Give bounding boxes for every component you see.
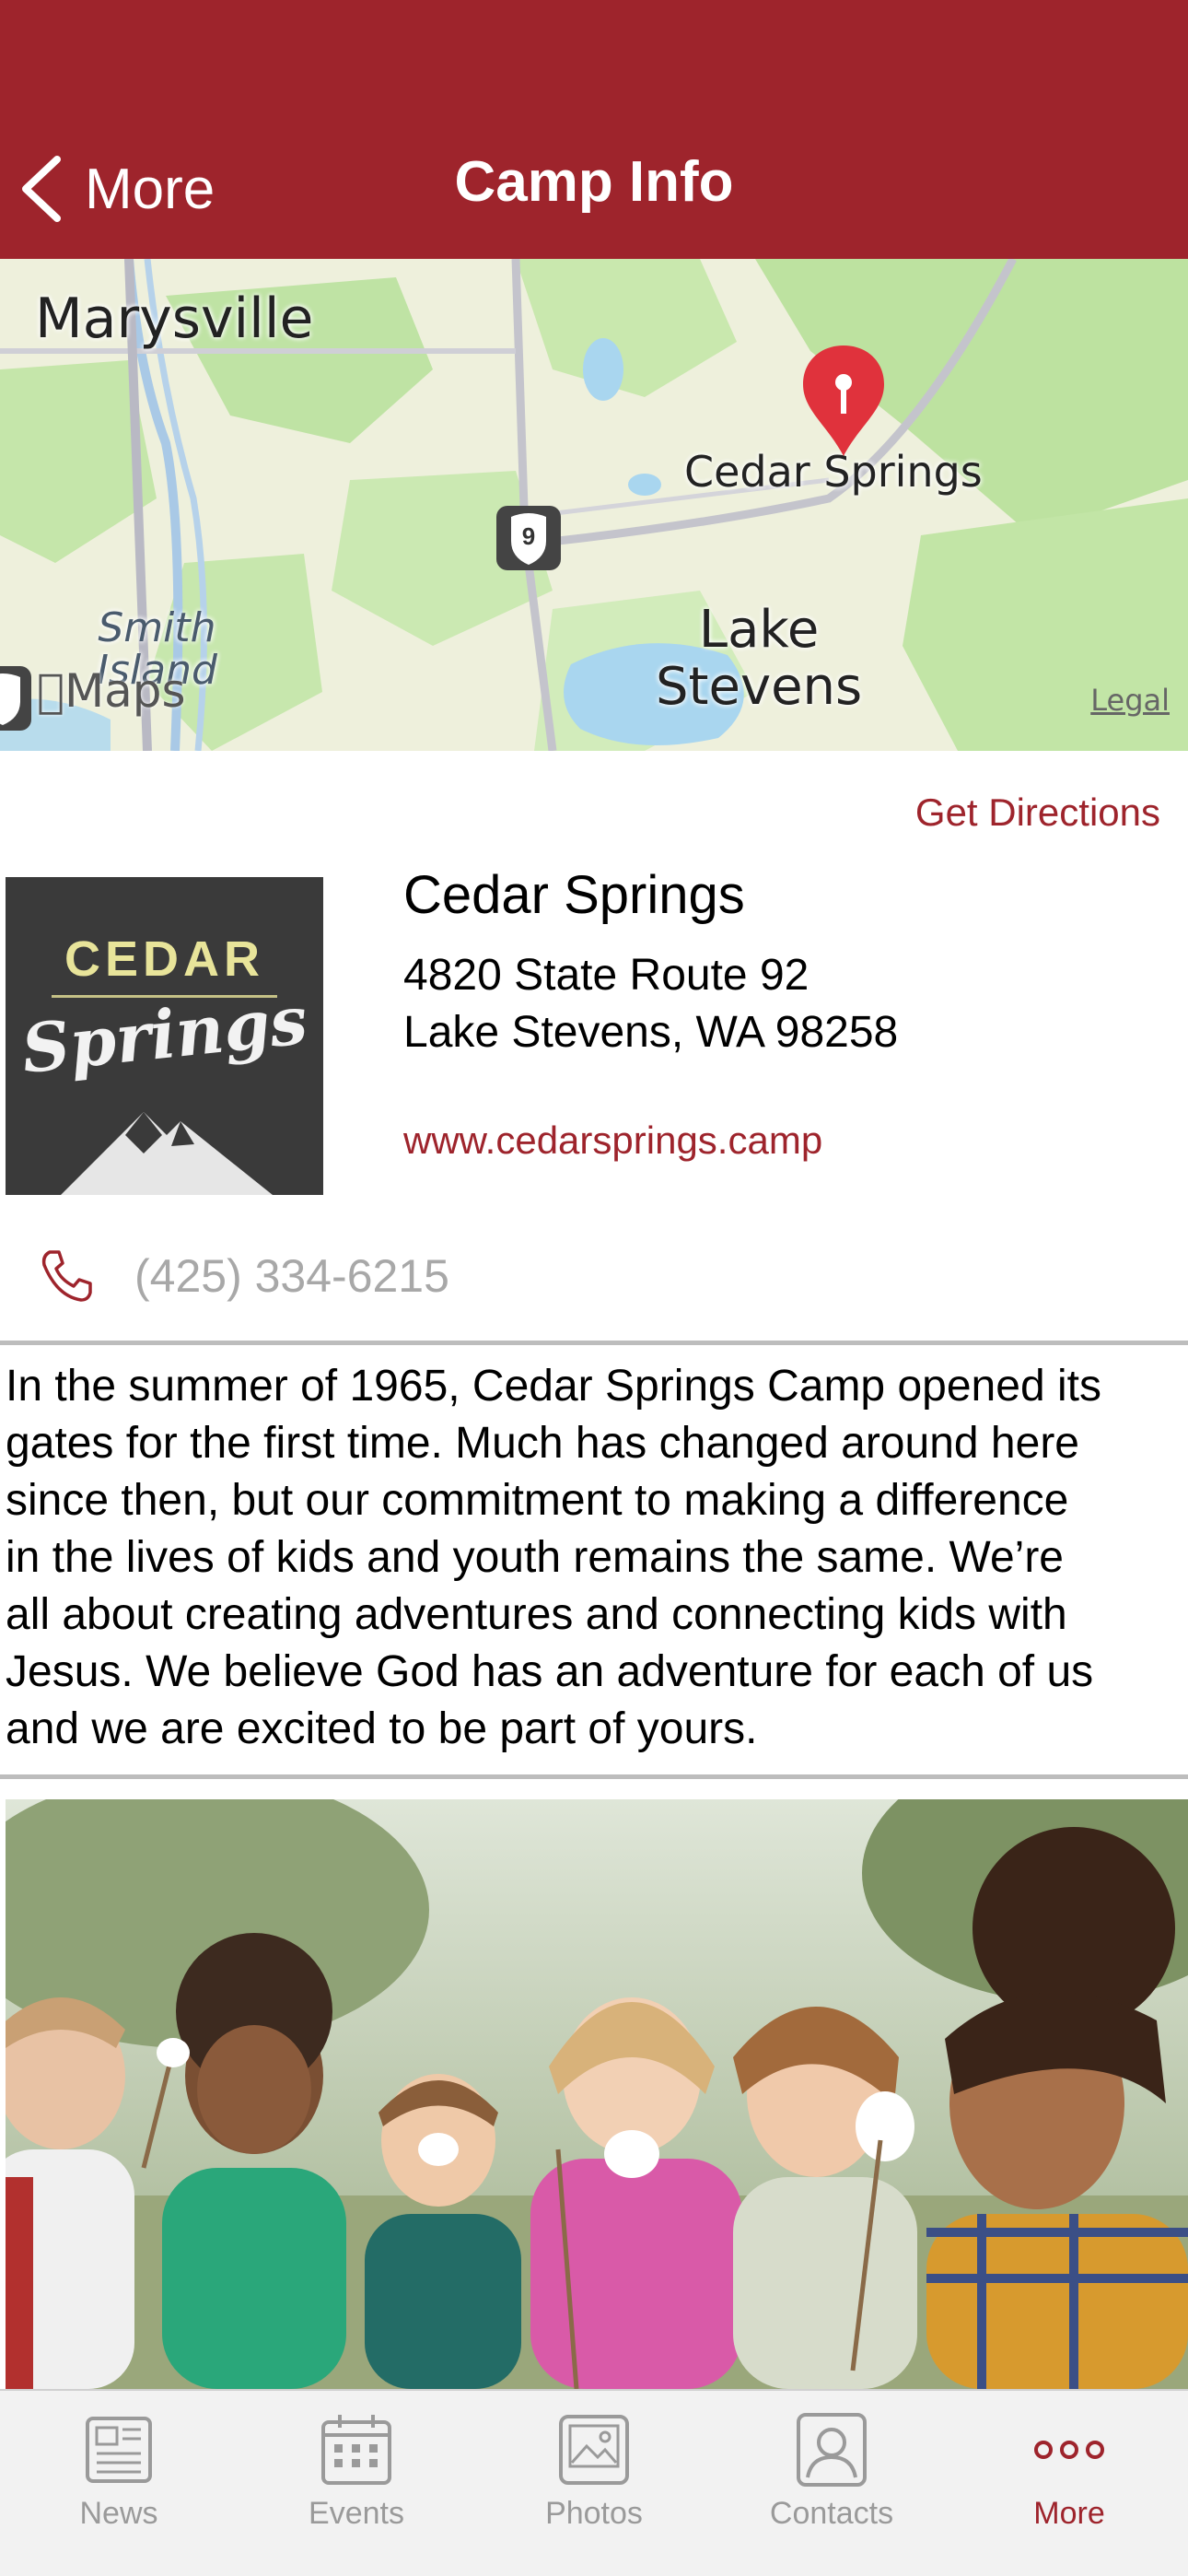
camp-name: Cedar Springs bbox=[403, 865, 745, 925]
phone-icon bbox=[41, 1250, 92, 1302]
phone-row[interactable]: (425) 334-6215 bbox=[37, 1235, 449, 1317]
divider bbox=[0, 1774, 1188, 1779]
website-link[interactable]: www.cedarsprings.camp bbox=[403, 1118, 822, 1163]
tab-events[interactable]: Events bbox=[238, 2391, 475, 2576]
route-shield-icon bbox=[0, 666, 31, 731]
camp-photo bbox=[6, 1799, 1188, 2389]
map-legal-link[interactable]: Legal bbox=[1090, 683, 1170, 718]
description-line: In the summer of 1965, Cedar Springs Cam… bbox=[6, 1362, 1101, 1411]
logo-text-top: CEDAR bbox=[64, 931, 264, 987]
description-line: gates for the first time. Much has chang… bbox=[6, 1419, 1079, 1468]
more-dots-icon bbox=[1034, 2441, 1104, 2459]
tab-bar: News Events Photos Contacts More bbox=[0, 2389, 1188, 2576]
tab-news[interactable]: News bbox=[0, 2391, 238, 2576]
address-line-1: 4820 State Route 92 bbox=[403, 951, 809, 1000]
tab-label: Events bbox=[309, 2496, 404, 2531]
tab-label: More bbox=[1033, 2496, 1105, 2531]
address-line-2: Lake Stevens, WA 98258 bbox=[403, 1008, 899, 1057]
nav-header: More Camp Info bbox=[0, 0, 1188, 259]
description-line: all about creating adventures and connec… bbox=[6, 1590, 1067, 1639]
kids-photo-illustration bbox=[6, 1799, 1188, 2389]
map-label-marysville: Marysville bbox=[35, 287, 314, 351]
camp-address: 4820 State Route 92 Lake Stevens, WA 982… bbox=[403, 947, 898, 1061]
svg-text:9: 9 bbox=[522, 522, 535, 550]
phone-number: (425) 334-6215 bbox=[134, 1250, 449, 1302]
map-label-lake-stevens: Lake Stevens bbox=[656, 600, 863, 717]
tab-label: News bbox=[79, 2496, 158, 2531]
map-view[interactable]: Marysville Smith Island Lake Stevens Ced… bbox=[0, 259, 1188, 751]
page-title: Camp Info bbox=[454, 150, 734, 214]
maps-attribution: Maps bbox=[37, 664, 186, 718]
camp-description: In the summer of 1965, Cedar Springs Cam… bbox=[6, 1358, 1188, 1758]
description-line: since then, but our commitment to making… bbox=[6, 1476, 1069, 1525]
tab-label: Contacts bbox=[769, 2496, 894, 2531]
route-shield-icon: 9 bbox=[496, 506, 561, 570]
camp-logo: CEDAR Springs bbox=[6, 877, 323, 1195]
tab-photos[interactable]: Photos bbox=[475, 2391, 713, 2576]
calendar-icon bbox=[321, 2415, 391, 2485]
divider bbox=[0, 1341, 1188, 1345]
contact-icon bbox=[797, 2413, 867, 2487]
logo-mountain-icon bbox=[61, 1112, 273, 1195]
description-line: and we are excited to be part of yours. bbox=[6, 1704, 758, 1753]
map-pin-icon[interactable] bbox=[799, 342, 888, 460]
tab-label: Photos bbox=[545, 2496, 643, 2531]
tab-contacts[interactable]: Contacts bbox=[713, 2391, 950, 2576]
tab-more[interactable]: More bbox=[950, 2391, 1188, 2576]
get-directions-link[interactable]: Get Directions bbox=[915, 790, 1160, 835]
description-line: in the lives of kids and youth remains t… bbox=[6, 1533, 1064, 1582]
description-line: Jesus. We believe God has an adventure f… bbox=[6, 1647, 1094, 1696]
newspaper-icon bbox=[86, 2417, 152, 2483]
photo-icon bbox=[559, 2415, 629, 2485]
